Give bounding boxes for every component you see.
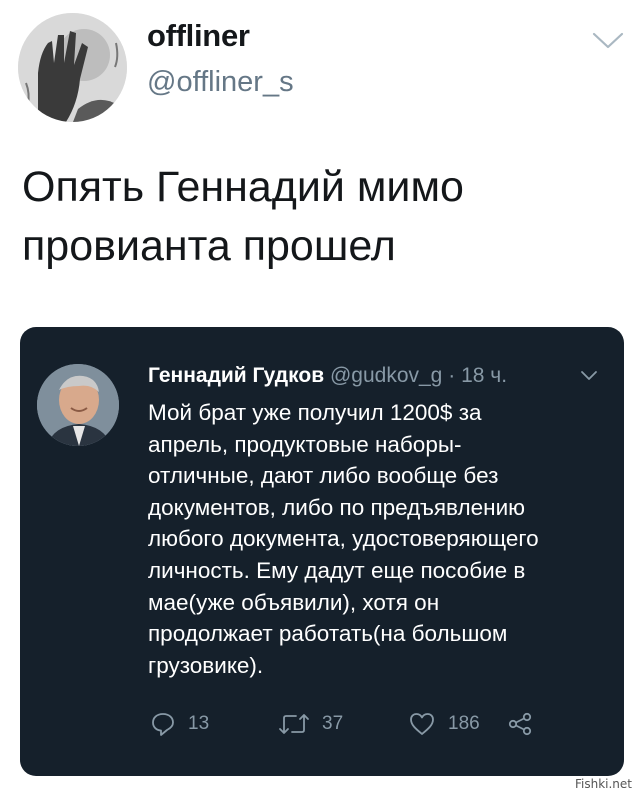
user-avatar-photo-icon [37,364,119,446]
inner-tweet-text-line: апрель, продуктовые наборы- [148,431,462,457]
reply-button[interactable]: 13 [150,709,209,739]
inner-tweet-text-line: грузовике). [148,652,264,678]
inner-tweet-text-line: любого документа, удостоверяющего [148,526,539,552]
inner-separator: · [448,364,456,387]
inner-tweet-text-line: документов, либо по предъявлению [148,494,526,520]
inner-timestamp[interactable]: 18 ч. [461,364,507,387]
outer-tweet-text-line: Опять Геннадий мимо [22,163,464,211]
outer-tweet-text: Опять Геннадий мимо провианта прошел [22,158,612,276]
like-count: 186 [448,713,480,734]
reply-icon [150,711,176,737]
retweet-count: 37 [322,713,344,734]
outer-avatar[interactable] [18,13,127,122]
inner-tweet-header: Геннадий Гудков @gudkov_g · 18 ч. [148,363,507,389]
inner-tweet-text-line: Мой брат уже получил 1200$ за [148,400,482,425]
inner-tweet-text-line: отличные, дают либо вообще без [148,463,499,489]
outer-tweet-text-line: провианта прошел [22,222,396,270]
inner-avatar[interactable] [37,364,119,446]
reply-count: 13 [188,713,210,734]
inner-tweet-text-line: продолжает работать(на большом [148,621,508,647]
outer-handle[interactable]: @offliner_s [147,66,294,99]
watermark: Fishki.net [572,777,634,791]
user-avatar-hand-photo-icon [18,13,127,122]
inner-display-name[interactable]: Геннадий Гудков [148,364,324,387]
share-button[interactable] [507,709,533,739]
inner-tweet-text: Мой брат уже получил 1200$ за апрель, пр… [148,397,616,681]
heart-icon [408,711,436,737]
outer-display-name[interactable]: offliner [147,18,250,54]
inner-tweet-text-line: мае(уже объявили), хотя он [148,589,440,615]
chevron-down-icon[interactable] [580,369,598,381]
embedded-tweet-screenshot: Геннадий Гудков @gudkov_g · 18 ч. Мой бр… [20,327,624,776]
retweet-button[interactable]: 37 [278,709,343,739]
retweet-icon [278,711,310,737]
inner-handle[interactable]: @gudkov_g [330,364,442,387]
inner-tweet-text-line: личность. Ему дадут еще пособие в [148,557,526,583]
chevron-down-icon[interactable] [590,30,626,52]
tweet-actions-bar: 13 37 186 [20,709,624,739]
share-icon [507,711,533,737]
like-button[interactable]: 186 [408,709,480,739]
